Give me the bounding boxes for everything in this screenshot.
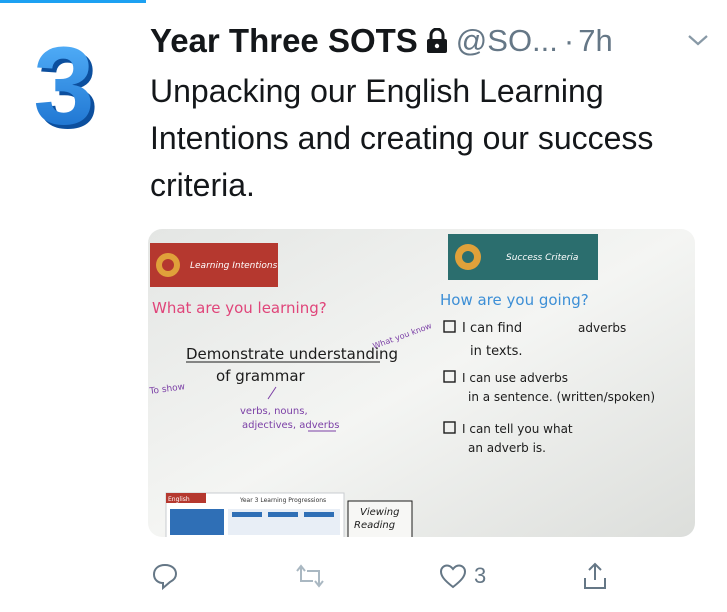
svg-text:Year 3 Learning Progressions: Year 3 Learning Progressions (239, 497, 326, 504)
whiteboard-photo: Learning Intentions Success Criteria Wha… (148, 229, 695, 537)
like-button[interactable]: 3 (438, 558, 486, 594)
display-name[interactable]: Year Three SOTS (150, 22, 418, 60)
svg-text:Learning Intentions: Learning Intentions (190, 261, 278, 271)
svg-text:English: English (168, 496, 190, 503)
share-button[interactable] (580, 558, 610, 594)
separator-dot: · (563, 23, 575, 58)
top-accent-bar (0, 0, 146, 3)
svg-text:in texts.: in texts. (470, 344, 523, 359)
svg-text:in a sentence. (written/spoken: in a sentence. (written/spoken) (468, 390, 655, 404)
tweet-actions: 3 (150, 558, 630, 598)
svg-text:Success Criteria: Success Criteria (506, 253, 578, 263)
tweet-header: Year Three SOTS @SO... · 7h (150, 18, 710, 64)
share-icon (584, 562, 606, 589)
svg-text:an adverb is.: an adverb is. (468, 441, 546, 455)
svg-text:Viewing: Viewing (360, 507, 399, 518)
svg-text:What are you learning?: What are you learning? (152, 299, 327, 317)
svg-text:How are you going?: How are you going? (440, 291, 589, 309)
svg-text:adjectives, adverbs: adjectives, adverbs (242, 420, 339, 431)
svg-text:verbs, nouns,: verbs, nouns, (240, 406, 308, 417)
tweet-media-photo[interactable]: Learning Intentions Success Criteria Wha… (148, 229, 695, 537)
reply-button[interactable] (150, 558, 180, 594)
lock-icon (426, 27, 448, 54)
reply-icon (152, 563, 178, 591)
svg-text:I can use adverbs: I can use adverbs (462, 371, 568, 385)
avatar-number-icon: 3 3 (33, 25, 98, 152)
chevron-down-icon[interactable] (686, 30, 710, 50)
svg-text:adverbs: adverbs (578, 321, 626, 335)
svg-text:3: 3 (33, 36, 94, 136)
svg-text:I can find: I can find (462, 321, 522, 336)
heart-icon (439, 564, 467, 589)
retweet-icon (296, 564, 324, 588)
svg-text:I can tell you what: I can tell you what (462, 422, 573, 436)
like-count: 3 (474, 563, 487, 588)
retweet-button[interactable] (293, 558, 327, 594)
svg-text:of grammar: of grammar (216, 367, 306, 385)
tweet-text: Unpacking our English Learning Intention… (150, 73, 654, 203)
svg-text:Demonstrate understanding: Demonstrate understanding (186, 345, 398, 363)
avatar[interactable]: 3 3 (26, 25, 106, 152)
timestamp[interactable]: 7h (578, 23, 612, 59)
svg-text:Reading: Reading (354, 520, 395, 531)
user-handle[interactable]: @SO... (456, 23, 558, 59)
